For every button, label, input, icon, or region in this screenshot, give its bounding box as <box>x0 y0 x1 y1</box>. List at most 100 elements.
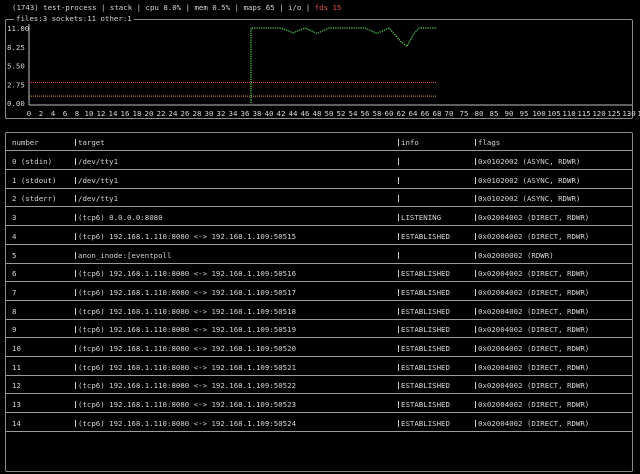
x-tick-label: 54 <box>349 109 358 118</box>
column-separator <box>398 419 399 427</box>
fd-number: 8 <box>12 306 17 316</box>
fd-flags: 0x02004002 (DIRECT, RDWR) <box>478 400 590 410</box>
column-separator <box>398 288 399 296</box>
column-separator <box>398 363 399 371</box>
fd-flags: 0x0102002 (ASYNC, RDWR) <box>478 194 581 204</box>
column-header-number: number <box>12 138 39 147</box>
y-tick-label: 8.25 <box>7 43 25 52</box>
column-separator <box>475 288 476 296</box>
fd-info: ESTABLISHED <box>401 287 450 297</box>
x-tick-label: 0 <box>27 109 31 118</box>
column-separator <box>398 176 399 184</box>
x-tick-label: 125 <box>607 109 620 118</box>
column-separator <box>475 326 476 334</box>
fd-target: (tcp6) 192.168.1.110:8080 <-> 192.168.1.… <box>78 400 297 410</box>
column-separator <box>75 176 76 184</box>
column-separator <box>475 139 476 146</box>
column-separator <box>75 401 76 409</box>
column-separator <box>475 419 476 427</box>
column-separator <box>475 176 476 184</box>
column-separator <box>75 419 76 427</box>
row-divider <box>6 225 632 227</box>
row-divider <box>6 243 632 245</box>
column-separator <box>398 195 399 203</box>
column-separator <box>475 401 476 409</box>
y-tick-label: 5.50 <box>7 62 25 71</box>
fd-flags: 0x02004002 (DIRECT, RDWR) <box>478 287 590 297</box>
x-tick-label: 58 <box>373 109 382 118</box>
row-divider <box>6 206 632 208</box>
x-tick-label: 24 <box>169 109 178 118</box>
fd-flags: 0x02004002 (DIRECT, RDWR) <box>478 231 590 241</box>
column-separator <box>398 158 399 165</box>
fd-flags: 0x0102002 (ASYNC, RDWR) <box>478 157 581 166</box>
x-tick-label: 20 <box>145 109 154 118</box>
fd-flags: 0x02004002 (DIRECT, RDWR) <box>478 213 590 223</box>
x-tick-label: 100 <box>532 109 545 118</box>
x-tick-label: 56 <box>361 109 370 118</box>
fd-target: /dev/tty1 <box>78 175 119 185</box>
fd-number: 6 <box>12 269 17 279</box>
column-separator <box>398 232 399 240</box>
fd-target: (tcp6) 192.168.1.110:8080 <-> 192.168.1.… <box>78 362 297 372</box>
x-tick-label: 64 <box>409 109 418 118</box>
fd-info: ESTABLISHED <box>401 344 450 353</box>
fd-number: 4 <box>12 231 17 241</box>
row-divider <box>6 412 632 414</box>
column-separator <box>398 307 399 315</box>
fd-target: anon_inode:[eventpoll <box>78 250 172 260</box>
row-divider <box>6 393 632 395</box>
column-separator <box>75 270 76 278</box>
fd-target: (tcp6) 192.168.1.110:8080 <-> 192.168.1.… <box>78 269 297 279</box>
x-tick-label: 26 <box>181 109 190 118</box>
x-tick-label: 66 <box>421 109 430 118</box>
x-tick-label: 52 <box>337 109 346 118</box>
column-separator <box>398 345 399 352</box>
fd-flags: 0x02004002 (DIRECT, RDWR) <box>478 362 590 372</box>
row-divider <box>6 374 632 376</box>
y-tick-label: 2.75 <box>7 80 25 89</box>
column-header-flags: flags <box>478 138 501 147</box>
column-separator <box>475 214 476 222</box>
fd-target: (tcp6) 192.168.1.110:8080 <-> 192.168.1.… <box>78 287 297 297</box>
fd-info: ESTABLISHED <box>401 381 450 391</box>
row-divider <box>6 318 632 320</box>
column-separator <box>475 307 476 315</box>
y-tick-label: 11.00 <box>7 24 29 33</box>
fd-info: ESTABLISHED <box>401 418 450 428</box>
x-tick-label: 85 <box>490 109 499 118</box>
row-divider <box>6 356 632 357</box>
fd-flags: 0x02004002 (DIRECT, RDWR) <box>478 381 590 391</box>
column-header-info: info <box>401 138 419 147</box>
column-separator <box>398 382 399 390</box>
graph-title: files:3 sockets:11 other:1 <box>14 14 134 23</box>
x-tick-label: 12 <box>97 109 106 118</box>
x-tick-label: 115 <box>577 109 590 118</box>
fd-info: ESTABLISHED <box>401 269 450 279</box>
column-separator <box>75 214 76 222</box>
fd-flags: 0x0102002 (ASYNC, RDWR) <box>478 175 581 185</box>
fd-number: 5 <box>12 250 17 260</box>
fd-number: 1 (stdout) <box>12 175 57 185</box>
fd-info: LISTENING <box>401 213 442 223</box>
x-tick-label: 4 <box>51 109 56 118</box>
column-separator <box>475 270 476 278</box>
fd-target: (tcp6) 192.168.1.110:8080 <-> 192.168.1.… <box>78 418 297 428</box>
x-tick-label: 70 <box>445 109 454 118</box>
x-tick-label: 75 <box>460 109 469 118</box>
column-separator <box>75 363 76 371</box>
column-separator <box>75 288 76 296</box>
column-separator <box>475 158 476 165</box>
fd-target: /dev/tty1 <box>78 194 119 204</box>
fd-target: (tcp6) 192.168.1.110:8080 <-> 192.168.1.… <box>78 344 297 353</box>
column-header-target: target <box>78 138 105 147</box>
x-tick-label: 32 <box>217 109 226 118</box>
fd-number: 2 (stderr) <box>12 194 57 204</box>
x-tick-label: 22 <box>157 109 166 118</box>
column-separator <box>475 232 476 240</box>
x-tick-label: 28 <box>193 109 202 118</box>
column-separator <box>75 195 76 203</box>
fd-info: ESTABLISHED <box>401 400 450 410</box>
x-tick-label: 46 <box>301 109 310 118</box>
fd-number: 10 <box>12 344 21 353</box>
